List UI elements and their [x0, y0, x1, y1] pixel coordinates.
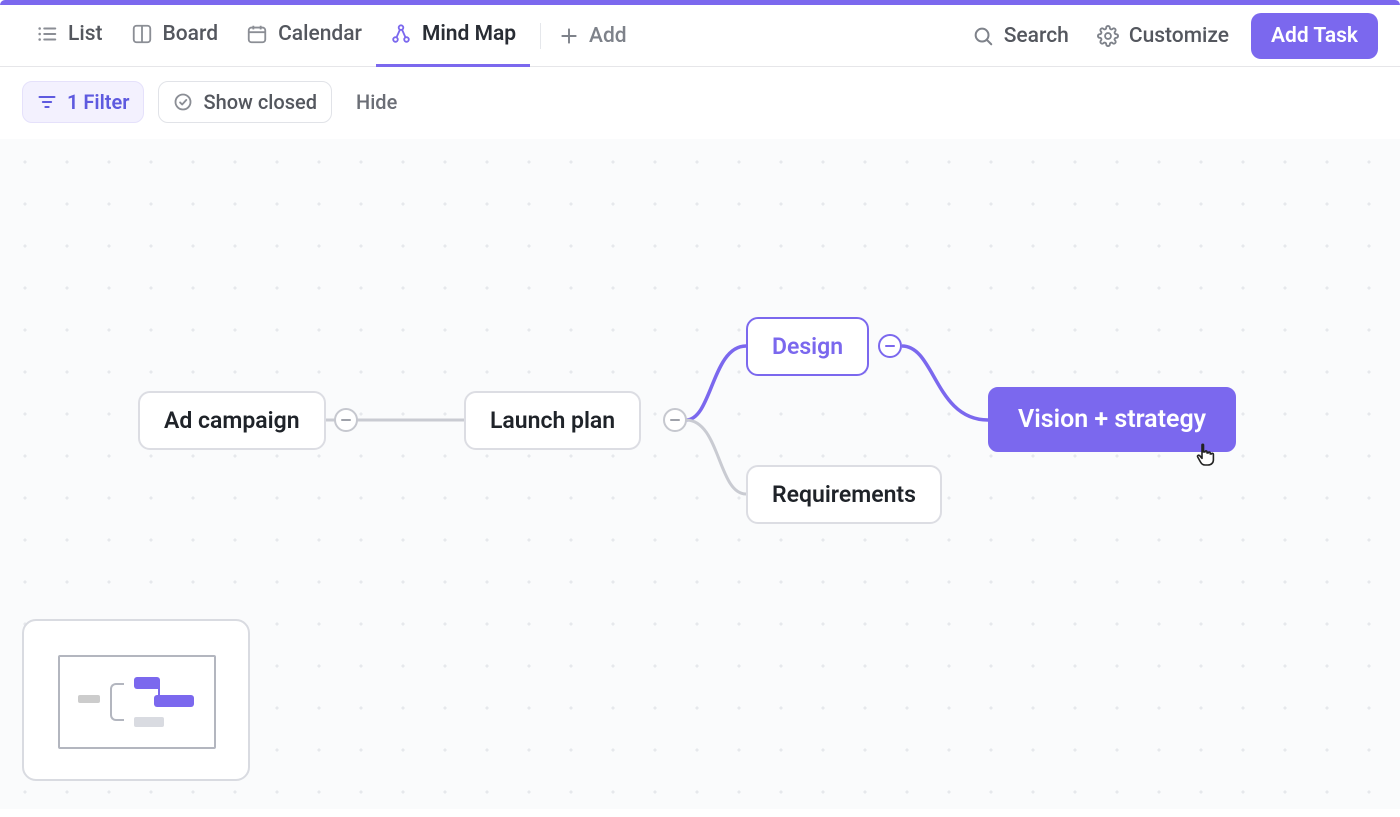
customize-button[interactable]: Customize: [1083, 24, 1243, 48]
cursor-pointer-icon: [1192, 441, 1220, 469]
minimap-node: [78, 695, 100, 703]
node-ad-campaign[interactable]: Ad campaign: [138, 391, 326, 450]
search-icon: [972, 25, 994, 47]
view-tab-list[interactable]: List: [22, 5, 117, 67]
view-tab-mindmap-label: Mind Map: [422, 22, 516, 46]
minimap-viewport: [58, 655, 216, 749]
minimap-node: [134, 677, 160, 689]
view-tab-calendar[interactable]: Calendar: [232, 5, 376, 67]
minimap-node: [154, 695, 194, 707]
collapse-toggle-launch-plan[interactable]: [663, 408, 687, 432]
mindmap-icon: [390, 23, 412, 45]
collapse-toggle-design[interactable]: [878, 334, 902, 358]
list-icon: [36, 23, 58, 45]
minimap[interactable]: [22, 619, 250, 781]
minimap-connector: [110, 683, 124, 721]
filter-count-button[interactable]: 1 Filter: [22, 81, 144, 123]
search-button[interactable]: Search: [958, 24, 1083, 48]
views-tab-bar: List Board Calendar Mind Map Add Search …: [0, 5, 1400, 67]
check-circle-icon: [173, 92, 193, 112]
add-view-button[interactable]: Add: [551, 24, 635, 48]
collapse-toggle-ad-campaign[interactable]: [334, 408, 358, 432]
view-tab-board-label: Board: [163, 22, 219, 46]
show-closed-label: Show closed: [203, 90, 317, 114]
node-design[interactable]: Design: [746, 317, 869, 376]
show-closed-toggle[interactable]: Show closed: [158, 81, 332, 123]
hide-button[interactable]: Hide: [346, 90, 407, 114]
view-tab-board[interactable]: Board: [117, 5, 233, 67]
add-task-button[interactable]: Add Task: [1251, 13, 1378, 59]
board-icon: [131, 23, 153, 45]
filter-toolbar: 1 Filter Show closed Hide: [0, 67, 1400, 139]
gear-icon: [1097, 25, 1119, 47]
view-tab-calendar-label: Calendar: [278, 22, 362, 46]
search-label: Search: [1004, 24, 1069, 48]
node-launch-plan[interactable]: Launch plan: [464, 391, 641, 450]
view-tab-list-label: List: [68, 22, 103, 46]
tab-separator: [540, 23, 541, 49]
customize-label: Customize: [1129, 24, 1229, 48]
minimap-node: [134, 717, 164, 727]
calendar-icon: [246, 23, 268, 45]
node-requirements[interactable]: Requirements: [746, 465, 942, 524]
filter-icon: [37, 92, 57, 112]
filter-count-label: 1 Filter: [67, 90, 129, 114]
view-tab-mindmap[interactable]: Mind Map: [376, 5, 530, 67]
add-view-label: Add: [589, 24, 627, 48]
mindmap-canvas[interactable]: Ad campaign Launch plan Design Requireme…: [0, 139, 1400, 809]
plus-icon: [559, 26, 579, 46]
